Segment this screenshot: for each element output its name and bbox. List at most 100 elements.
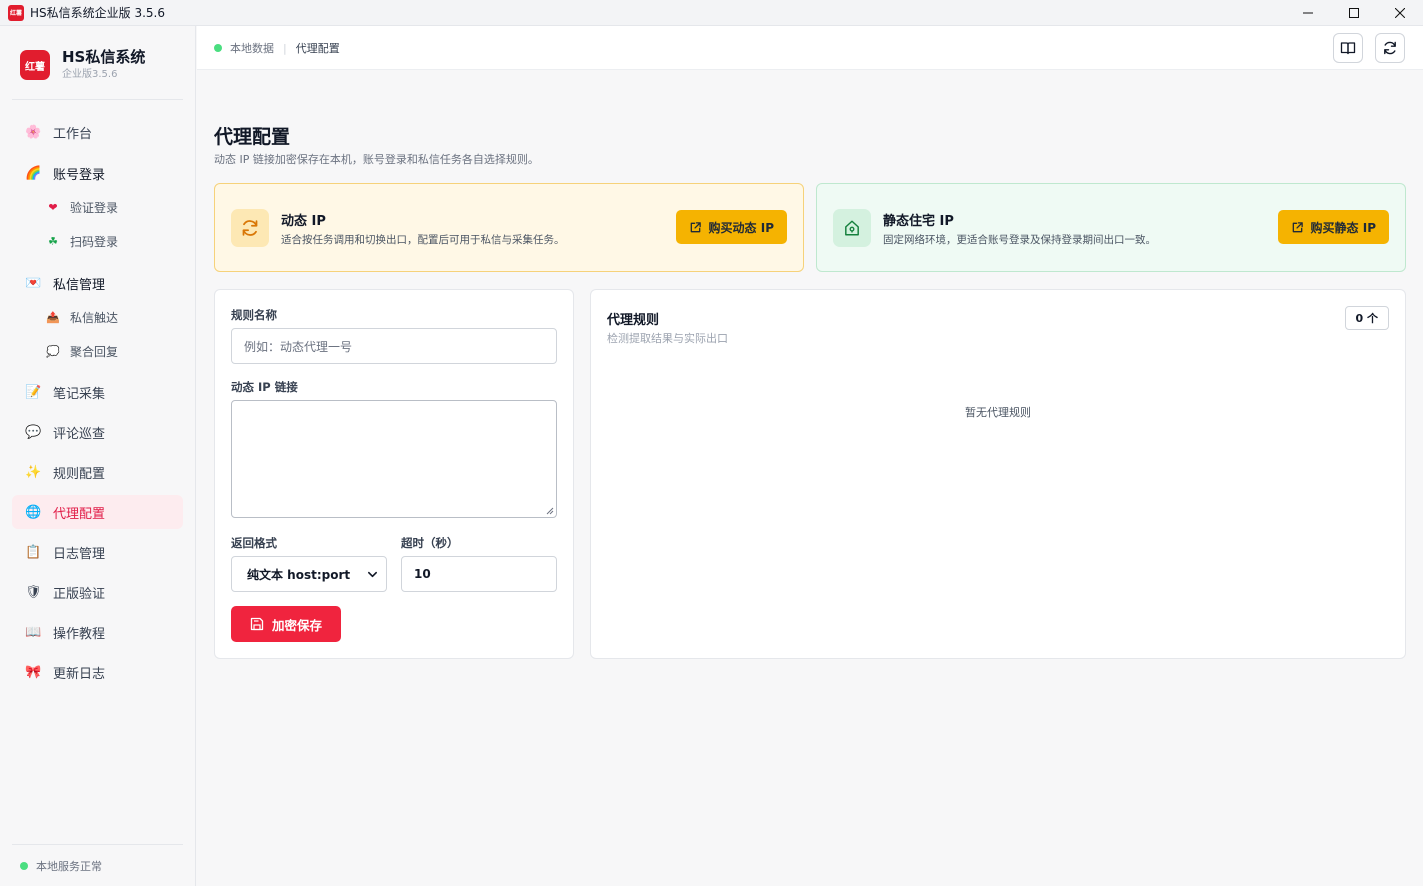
sidebar-item-label: 日志管理	[53, 546, 106, 562]
ribbon-icon: 🎀	[25, 664, 42, 680]
minimize-icon	[1303, 12, 1313, 14]
save-icon	[250, 617, 264, 631]
sidebar-item-tutorial[interactable]: 📖 操作教程	[12, 615, 183, 649]
book-open-icon	[1340, 42, 1356, 55]
chevron-down-icon	[368, 571, 377, 578]
timeout-label: 超时（秒）	[401, 536, 459, 550]
dynamic-ip-description: 适合按任务调用和切换出口，配置后可用于私信与采集任务。	[281, 234, 565, 246]
encrypt-save-button[interactable]: 加密保存	[231, 606, 341, 642]
memo-icon: 📝	[25, 384, 42, 400]
static-ip-title: 静态住宅 IP	[883, 214, 954, 229]
clover-icon: ☘	[48, 234, 58, 248]
sidebar-item-label: 规则配置	[53, 466, 106, 482]
book-icon: 📖	[25, 624, 42, 640]
sidebar: 红薯 HS私信系统 企业版3.5.6 🌸 工作台 🌈 账号登录 ❤ 验证登录 ☘…	[0, 26, 196, 886]
minimize-button[interactable]	[1285, 0, 1331, 26]
page-description: 动态 IP 链接加密保存在本机，账号登录和私信任务各自选择规则。	[214, 153, 539, 166]
resize-grip-icon	[546, 507, 554, 515]
sidebar-item-label: 账号登录	[53, 167, 106, 183]
home-lock-icon	[845, 220, 859, 236]
sidebar-item-license-verify[interactable]: 🛡 正版验证	[12, 575, 183, 609]
sidebar-item-label: 聚合回复	[70, 344, 119, 359]
close-icon	[1395, 8, 1405, 18]
window-title: HS私信系统企业版 3.5.6	[30, 6, 165, 20]
sidebar-item-label: 正版验证	[53, 586, 106, 602]
sidebar-group-account-login[interactable]: 🌈 账号登录	[12, 156, 183, 190]
top-bar: 本地数据 | 代理配置	[197, 26, 1423, 70]
heart-letter-icon: 💌	[25, 275, 42, 291]
clipboard-icon: 📋	[25, 544, 42, 560]
external-link-icon	[1292, 221, 1303, 232]
comment-bubble-icon: 💬	[25, 424, 42, 440]
sidebar-item-rule-config[interactable]: ✨ 规则配置	[12, 455, 183, 489]
refresh-cycle-icon	[242, 220, 258, 236]
proxy-rules-panel: 代理规则 检测提取结果与实际出口 0 个 暂无代理规则	[590, 289, 1406, 659]
page-title: 代理配置	[214, 126, 291, 148]
timeout-input[interactable]: 10	[401, 556, 557, 592]
guide-book-button[interactable]	[1333, 33, 1363, 63]
heart-icon: ❤	[48, 200, 58, 214]
sidebar-item-label: 更新日志	[53, 666, 106, 682]
sidebar-item-label: 笔记采集	[53, 386, 106, 402]
sidebar-item-label: 扫码登录	[70, 234, 119, 249]
brand-name: HS私信系统	[62, 48, 146, 66]
service-status: 本地服务正常	[20, 858, 102, 874]
static-ip-card: 静态住宅 IP 固定网络环境，更适合账号登录及保持登录期间出口一致。 购买静态 …	[816, 183, 1406, 272]
sidebar-item-label: 评论巡查	[53, 426, 106, 442]
rule-name-placeholder: 例如：动态代理一号	[244, 339, 353, 354]
sparkles-icon: ✨	[25, 464, 42, 480]
sidebar-item-label: 私信触达	[70, 310, 119, 325]
sidebar-item-label: 工作台	[53, 126, 93, 142]
format-select[interactable]: 纯文本 host:port	[231, 556, 387, 592]
refresh-icon	[1384, 41, 1396, 55]
format-select-value: 纯文本 host:port	[247, 567, 351, 582]
sidebar-item-comment-patrol[interactable]: 💬 评论巡查	[12, 415, 183, 449]
maximize-button[interactable]	[1331, 0, 1377, 26]
flower-icon: 🌸	[25, 124, 42, 140]
service-status-text: 本地服务正常	[36, 860, 102, 873]
buy-static-ip-label: 购买静态 IP	[1310, 220, 1376, 235]
rule-name-input[interactable]: 例如：动态代理一号	[231, 328, 557, 364]
maximize-icon	[1349, 8, 1359, 18]
brand-logo: 红薯	[20, 50, 50, 80]
timeout-value: 10	[414, 567, 431, 581]
sidebar-group-dm-manage[interactable]: 💌 私信管理	[12, 266, 183, 300]
ip-link-textarea[interactable]	[231, 400, 557, 518]
rule-name-label: 规则名称	[231, 308, 277, 322]
sidebar-item-changelog[interactable]: 🎀 更新日志	[12, 655, 183, 689]
sidebar-item-label: 操作教程	[53, 626, 106, 642]
rainbow-icon: 🌈	[25, 165, 42, 181]
data-status-dot-icon	[214, 44, 222, 52]
sidebar-bottom-divider	[12, 844, 183, 845]
app-icon: 红薯	[8, 4, 24, 21]
speech-bubble-icon: 💭	[46, 344, 60, 358]
breadcrumb: 本地数据 | 代理配置	[214, 40, 340, 56]
sidebar-item-proxy-config[interactable]: 🌐 代理配置	[12, 495, 183, 529]
main-content: 代理配置 动态 IP 链接加密保存在本机，账号登录和私信任务各自选择规则。 动态…	[197, 70, 1423, 886]
refresh-button[interactable]	[1375, 33, 1405, 63]
static-ip-icon-box	[833, 209, 871, 247]
ip-link-label: 动态 IP 链接	[231, 380, 298, 394]
shield-icon: 🛡	[25, 584, 42, 600]
external-link-icon	[690, 221, 701, 232]
breadcrumb-source: 本地数据	[230, 42, 274, 55]
format-label: 返回格式	[231, 536, 277, 550]
sidebar-item-note-collect[interactable]: 📝 笔记采集	[12, 375, 183, 409]
sidebar-item-aggregate-reply[interactable]: 💭 聚合回复	[46, 337, 183, 365]
sidebar-item-log-manage[interactable]: 📋 日志管理	[12, 535, 183, 569]
sidebar-item-workbench[interactable]: 🌸 工作台	[12, 115, 183, 149]
static-ip-description: 固定网络环境，更适合账号登录及保持登录期间出口一致。	[883, 234, 1156, 246]
brand: 红薯 HS私信系统 企业版3.5.6	[20, 48, 145, 82]
close-button[interactable]	[1377, 0, 1423, 26]
sidebar-item-dm-reach[interactable]: 📤 私信触达	[46, 303, 183, 331]
buy-static-ip-button[interactable]: 购买静态 IP	[1277, 210, 1389, 244]
dynamic-ip-icon-box	[231, 209, 269, 247]
sidebar-item-label: 代理配置	[53, 506, 106, 522]
buy-dynamic-ip-button[interactable]: 购买动态 IP	[675, 210, 787, 244]
encrypt-save-label: 加密保存	[271, 617, 322, 633]
sidebar-item-qr-login[interactable]: ☘ 扫码登录	[46, 227, 183, 255]
globe-icon: 🌐	[25, 504, 42, 520]
proxy-rule-form: 规则名称 例如：动态代理一号 动态 IP 链接 返回格式 超时（秒） 纯文本 h…	[214, 289, 574, 659]
sidebar-item-verify-login[interactable]: ❤ 验证登录	[46, 193, 183, 221]
dynamic-ip-card: 动态 IP 适合按任务调用和切换出口，配置后可用于私信与采集任务。 购买动态 I…	[214, 183, 804, 272]
